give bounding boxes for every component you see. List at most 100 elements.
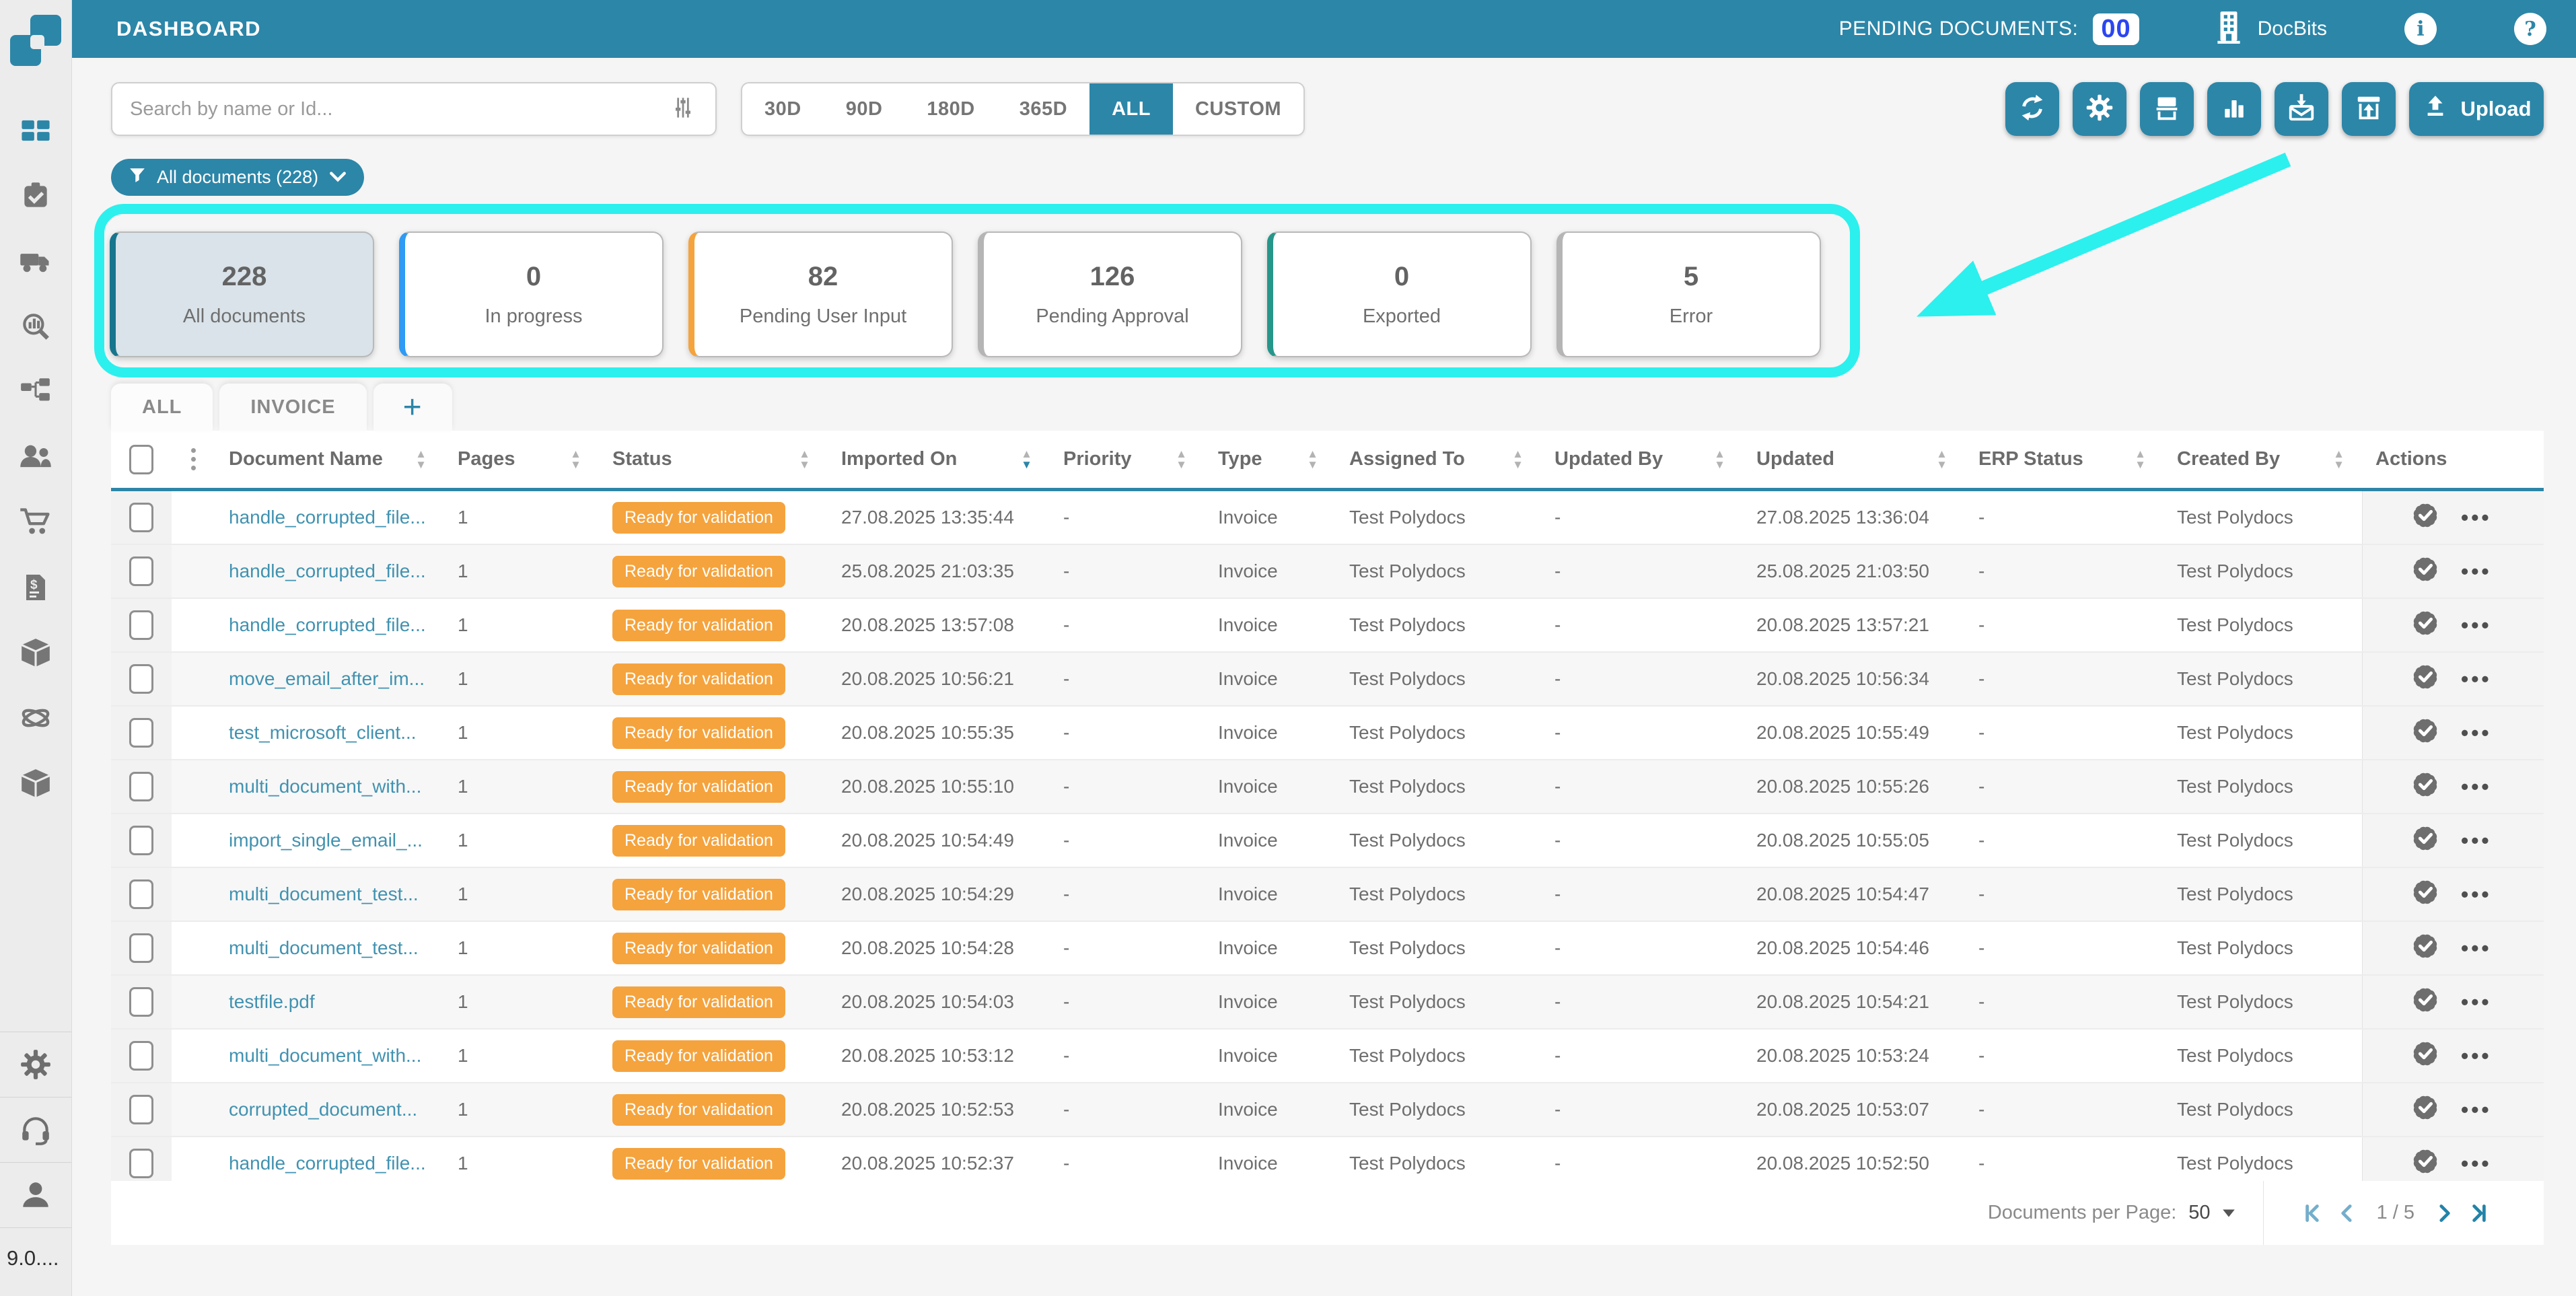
time-filter-custom[interactable]: CUSTOM xyxy=(1173,83,1303,135)
sidebar-item-products[interactable] xyxy=(0,752,71,818)
row-checkbox[interactable] xyxy=(129,879,153,909)
more-actions-icon[interactable]: ••• xyxy=(2461,667,2492,692)
sidebar-item-integrations[interactable] xyxy=(0,687,71,752)
scan-button[interactable] xyxy=(2140,82,2194,136)
column-header-priority[interactable]: Priority▲▼ xyxy=(1050,431,1205,488)
documents-filter-chip[interactable]: All documents (228) xyxy=(111,159,364,196)
sort-icon[interactable]: ▲▼ xyxy=(2333,449,2345,470)
status-card-exported[interactable]: 0Exported xyxy=(1267,231,1532,357)
add-tab-button[interactable]: + xyxy=(373,384,452,431)
help-button[interactable]: ? xyxy=(2514,13,2546,45)
column-header-updated-by[interactable]: Updated By▲▼ xyxy=(1541,431,1743,488)
tab-invoice[interactable]: INVOICE xyxy=(219,384,366,431)
validate-action-icon[interactable] xyxy=(2410,608,2441,643)
sort-icon[interactable]: ▲▼ xyxy=(1512,449,1524,470)
sidebar-item-workflow[interactable] xyxy=(0,361,71,426)
refresh-button[interactable] xyxy=(2005,82,2059,136)
sort-icon[interactable]: ▲▼ xyxy=(1307,449,1318,470)
validate-action-icon[interactable] xyxy=(2410,1146,2441,1182)
document-name-link[interactable]: handle_corrupted_file... xyxy=(215,507,444,528)
settings-button[interactable] xyxy=(2073,82,2126,136)
column-header-updated[interactable]: Updated▲▼ xyxy=(1743,431,1965,488)
row-checkbox[interactable] xyxy=(129,933,153,963)
sidebar-item-invoices[interactable]: $ xyxy=(0,556,71,622)
select-all-checkbox[interactable] xyxy=(129,445,153,474)
sidebar-item-profile[interactable] xyxy=(0,1178,71,1215)
row-checkbox[interactable] xyxy=(129,556,153,586)
validate-action-icon[interactable] xyxy=(2410,769,2441,805)
search-input[interactable] xyxy=(130,98,668,120)
row-checkbox[interactable] xyxy=(129,718,153,748)
document-name-link[interactable]: move_email_after_im... xyxy=(215,668,444,690)
validate-action-icon[interactable] xyxy=(2410,823,2441,859)
per-page-value[interactable]: 50 xyxy=(2188,1202,2210,1224)
validate-action-icon[interactable] xyxy=(2410,715,2441,751)
column-header-pages[interactable]: Pages▲▼ xyxy=(444,431,599,488)
column-header-imported-on[interactable]: Imported On▲▼ xyxy=(828,431,1050,488)
more-actions-icon[interactable]: ••• xyxy=(2461,990,2492,1015)
sidebar-item-settings[interactable] xyxy=(0,1048,71,1085)
sort-icon[interactable]: ▲▼ xyxy=(570,449,581,470)
document-name-link[interactable]: multi_document_with... xyxy=(215,776,444,797)
sidebar-item-document-search[interactable] xyxy=(0,295,71,361)
analytics-button[interactable] xyxy=(2207,82,2261,136)
select-all-cell[interactable] xyxy=(111,431,172,488)
search-box[interactable] xyxy=(111,82,717,136)
status-card-error[interactable]: 5Error xyxy=(1557,231,1821,357)
status-card-in-progress[interactable]: 0In progress xyxy=(399,231,664,357)
column-header-assigned-to[interactable]: Assigned To▲▼ xyxy=(1336,431,1541,488)
more-actions-icon[interactable]: ••• xyxy=(2461,505,2492,530)
row-checkbox[interactable] xyxy=(129,1095,153,1124)
more-actions-icon[interactable]: ••• xyxy=(2461,775,2492,799)
sidebar-item-shipments[interactable] xyxy=(0,230,71,295)
mail-import-button[interactable] xyxy=(2275,82,2328,136)
row-checkbox[interactable] xyxy=(129,987,153,1017)
validate-action-icon[interactable] xyxy=(2410,500,2441,536)
more-actions-icon[interactable]: ••• xyxy=(2461,828,2492,853)
info-button[interactable]: i xyxy=(2404,13,2437,45)
document-name-link[interactable]: test_microsoft_client... xyxy=(215,722,444,744)
sidebar-item-packages[interactable] xyxy=(0,622,71,687)
row-checkbox[interactable] xyxy=(129,664,153,694)
status-card-pending-user-input[interactable]: 82Pending User Input xyxy=(688,231,953,357)
first-page-button[interactable] xyxy=(2295,1196,2330,1231)
document-name-link[interactable]: handle_corrupted_file... xyxy=(215,1153,444,1174)
more-actions-icon[interactable]: ••• xyxy=(2461,613,2492,638)
document-name-link[interactable]: handle_corrupted_file... xyxy=(215,614,444,636)
validate-action-icon[interactable] xyxy=(2410,984,2441,1020)
upload-button[interactable]: Upload xyxy=(2409,82,2544,136)
time-filter-all[interactable]: ALL xyxy=(1089,83,1173,135)
sort-icon[interactable]: ▲▼ xyxy=(799,449,810,470)
column-menu-button[interactable] xyxy=(172,431,215,488)
more-actions-icon[interactable]: ••• xyxy=(2461,559,2492,584)
document-name-link[interactable]: multi_document_with... xyxy=(215,1045,444,1067)
previous-page-button[interactable] xyxy=(2330,1196,2365,1231)
status-card-all-documents[interactable]: 228All documents xyxy=(110,231,374,357)
sidebar-item-users[interactable] xyxy=(0,426,71,491)
validate-action-icon[interactable] xyxy=(2410,661,2441,697)
organization[interactable]: DocBits xyxy=(2213,10,2327,48)
time-filter-180d[interactable]: 180D xyxy=(904,83,997,135)
time-filter-90d[interactable]: 90D xyxy=(824,83,905,135)
row-checkbox[interactable] xyxy=(129,826,153,855)
sort-icon[interactable]: ▲▼ xyxy=(415,449,427,470)
sidebar-item-tasks[interactable] xyxy=(0,165,71,230)
validate-action-icon[interactable] xyxy=(2410,1092,2441,1128)
row-checkbox[interactable] xyxy=(129,1149,153,1178)
sort-icon[interactable]: ▲▼ xyxy=(1176,449,1187,470)
more-actions-icon[interactable]: ••• xyxy=(2461,936,2492,961)
sort-icon[interactable]: ▲▼ xyxy=(2135,449,2146,470)
validate-action-icon[interactable] xyxy=(2410,877,2441,912)
sort-icon[interactable]: ▲▼ xyxy=(1936,449,1947,470)
validate-action-icon[interactable] xyxy=(2410,931,2441,966)
status-card-pending-approval[interactable]: 126Pending Approval xyxy=(978,231,1242,357)
row-checkbox[interactable] xyxy=(129,503,153,532)
tune-filter-icon[interactable] xyxy=(668,93,698,126)
column-header-status[interactable]: Status▲▼ xyxy=(599,431,828,488)
validate-action-icon[interactable] xyxy=(2410,1038,2441,1074)
document-name-link[interactable]: corrupted_document... xyxy=(215,1099,444,1120)
sidebar-item-purchase-orders[interactable] xyxy=(0,491,71,556)
sort-icon[interactable]: ▲▼ xyxy=(1021,449,1032,470)
column-header-erp-status[interactable]: ERP Status▲▼ xyxy=(1965,431,2163,488)
next-page-button[interactable] xyxy=(2427,1196,2462,1231)
